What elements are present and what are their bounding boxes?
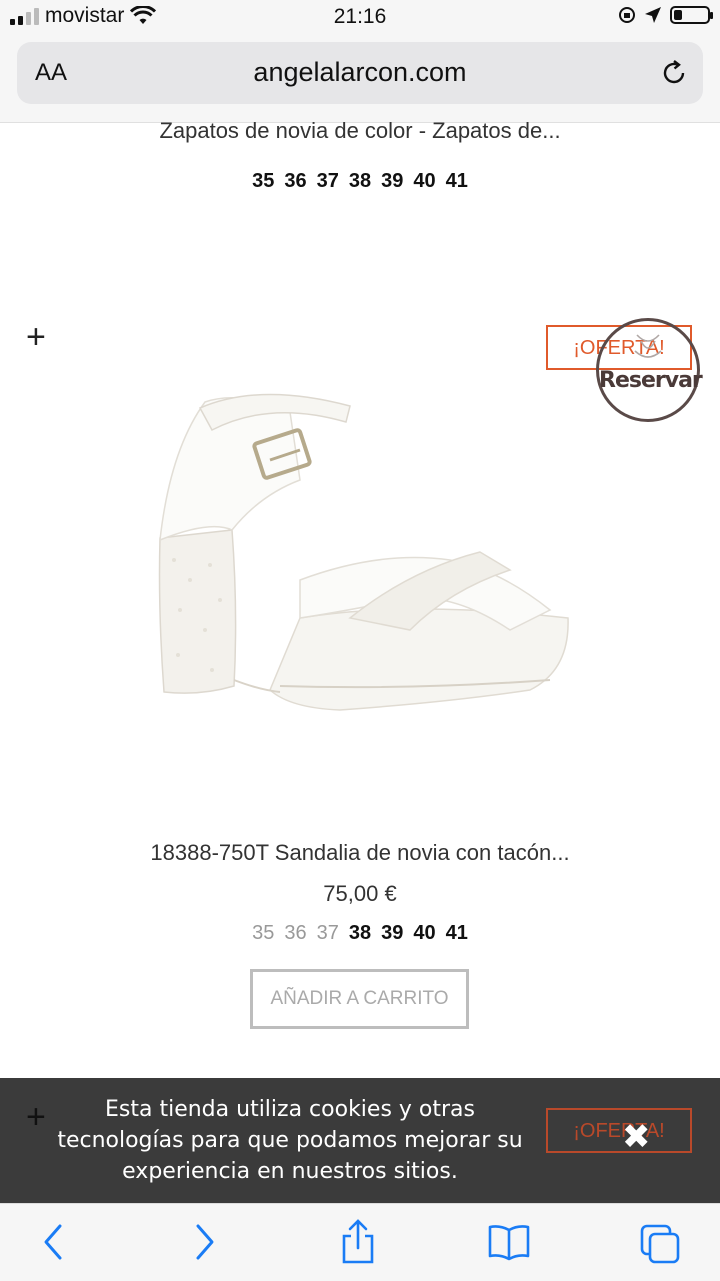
- reservar-stamp: Reservar: [596, 318, 703, 422]
- reload-icon[interactable]: [659, 58, 689, 88]
- back-icon[interactable]: [38, 1222, 70, 1262]
- size-option[interactable]: 40: [413, 170, 435, 193]
- stamp-text: Reservar: [599, 368, 703, 393]
- status-icons: [618, 6, 713, 24]
- product-title[interactable]: 18388-750T Sandalia de novia con tacón..…: [0, 840, 720, 866]
- bookmarks-icon[interactable]: [486, 1222, 532, 1262]
- share-icon[interactable]: [338, 1218, 378, 1266]
- forward-icon[interactable]: [188, 1222, 220, 1262]
- size-option[interactable]: 41: [446, 170, 468, 193]
- status-time: 21:16: [333, 5, 387, 28]
- browser-header: AA angelalarcon.com: [0, 36, 720, 123]
- battery-icon: [670, 6, 713, 24]
- product-image[interactable]: [150, 390, 580, 720]
- size-option[interactable]: 38: [349, 170, 371, 193]
- address-bar[interactable]: AA angelalarcon.com: [17, 42, 703, 104]
- size-option[interactable]: 39: [381, 922, 403, 945]
- location-icon: [645, 7, 661, 23]
- size-option[interactable]: 40: [413, 922, 435, 945]
- previous-product-sizes: 35 36 37 38 39 40 41: [0, 170, 720, 193]
- close-icon[interactable]: ✖: [622, 1120, 651, 1154]
- offer-badge: ¡OFERTA!: [546, 1108, 692, 1153]
- size-option[interactable]: 36: [284, 170, 306, 193]
- add-to-cart-button[interactable]: AÑADIR A CARRITO: [250, 969, 469, 1029]
- size-option: 35: [252, 922, 275, 944]
- size-option[interactable]: 37: [317, 170, 339, 193]
- size-option[interactable]: 41: [446, 922, 468, 945]
- status-bar: movistar 21:16: [0, 0, 720, 36]
- product-price: 75,00 €: [323, 881, 397, 906]
- size-option: 37: [316, 922, 339, 944]
- expand-plus-icon[interactable]: +: [26, 320, 46, 354]
- url-text[interactable]: angelalarcon.com: [17, 57, 703, 88]
- orientation-lock-icon: [619, 7, 635, 23]
- size-option: 36: [284, 922, 307, 944]
- size-option[interactable]: 35: [252, 170, 274, 193]
- browser-toolbar: [0, 1203, 720, 1281]
- product-sizes: 35 36 37 38 39 40 41: [0, 922, 720, 945]
- tabs-icon[interactable]: [638, 1222, 684, 1266]
- size-option[interactable]: 38: [349, 922, 371, 945]
- previous-product-title[interactable]: Zapatos de novia de color - Zapatos de..…: [0, 118, 720, 144]
- size-option[interactable]: 39: [381, 170, 403, 193]
- cookie-message: Esta tienda utiliza cookies y otras tecn…: [57, 1097, 523, 1184]
- cookie-banner: + ¡OFERTA! Esta tienda utiliza cookies y…: [0, 1078, 720, 1203]
